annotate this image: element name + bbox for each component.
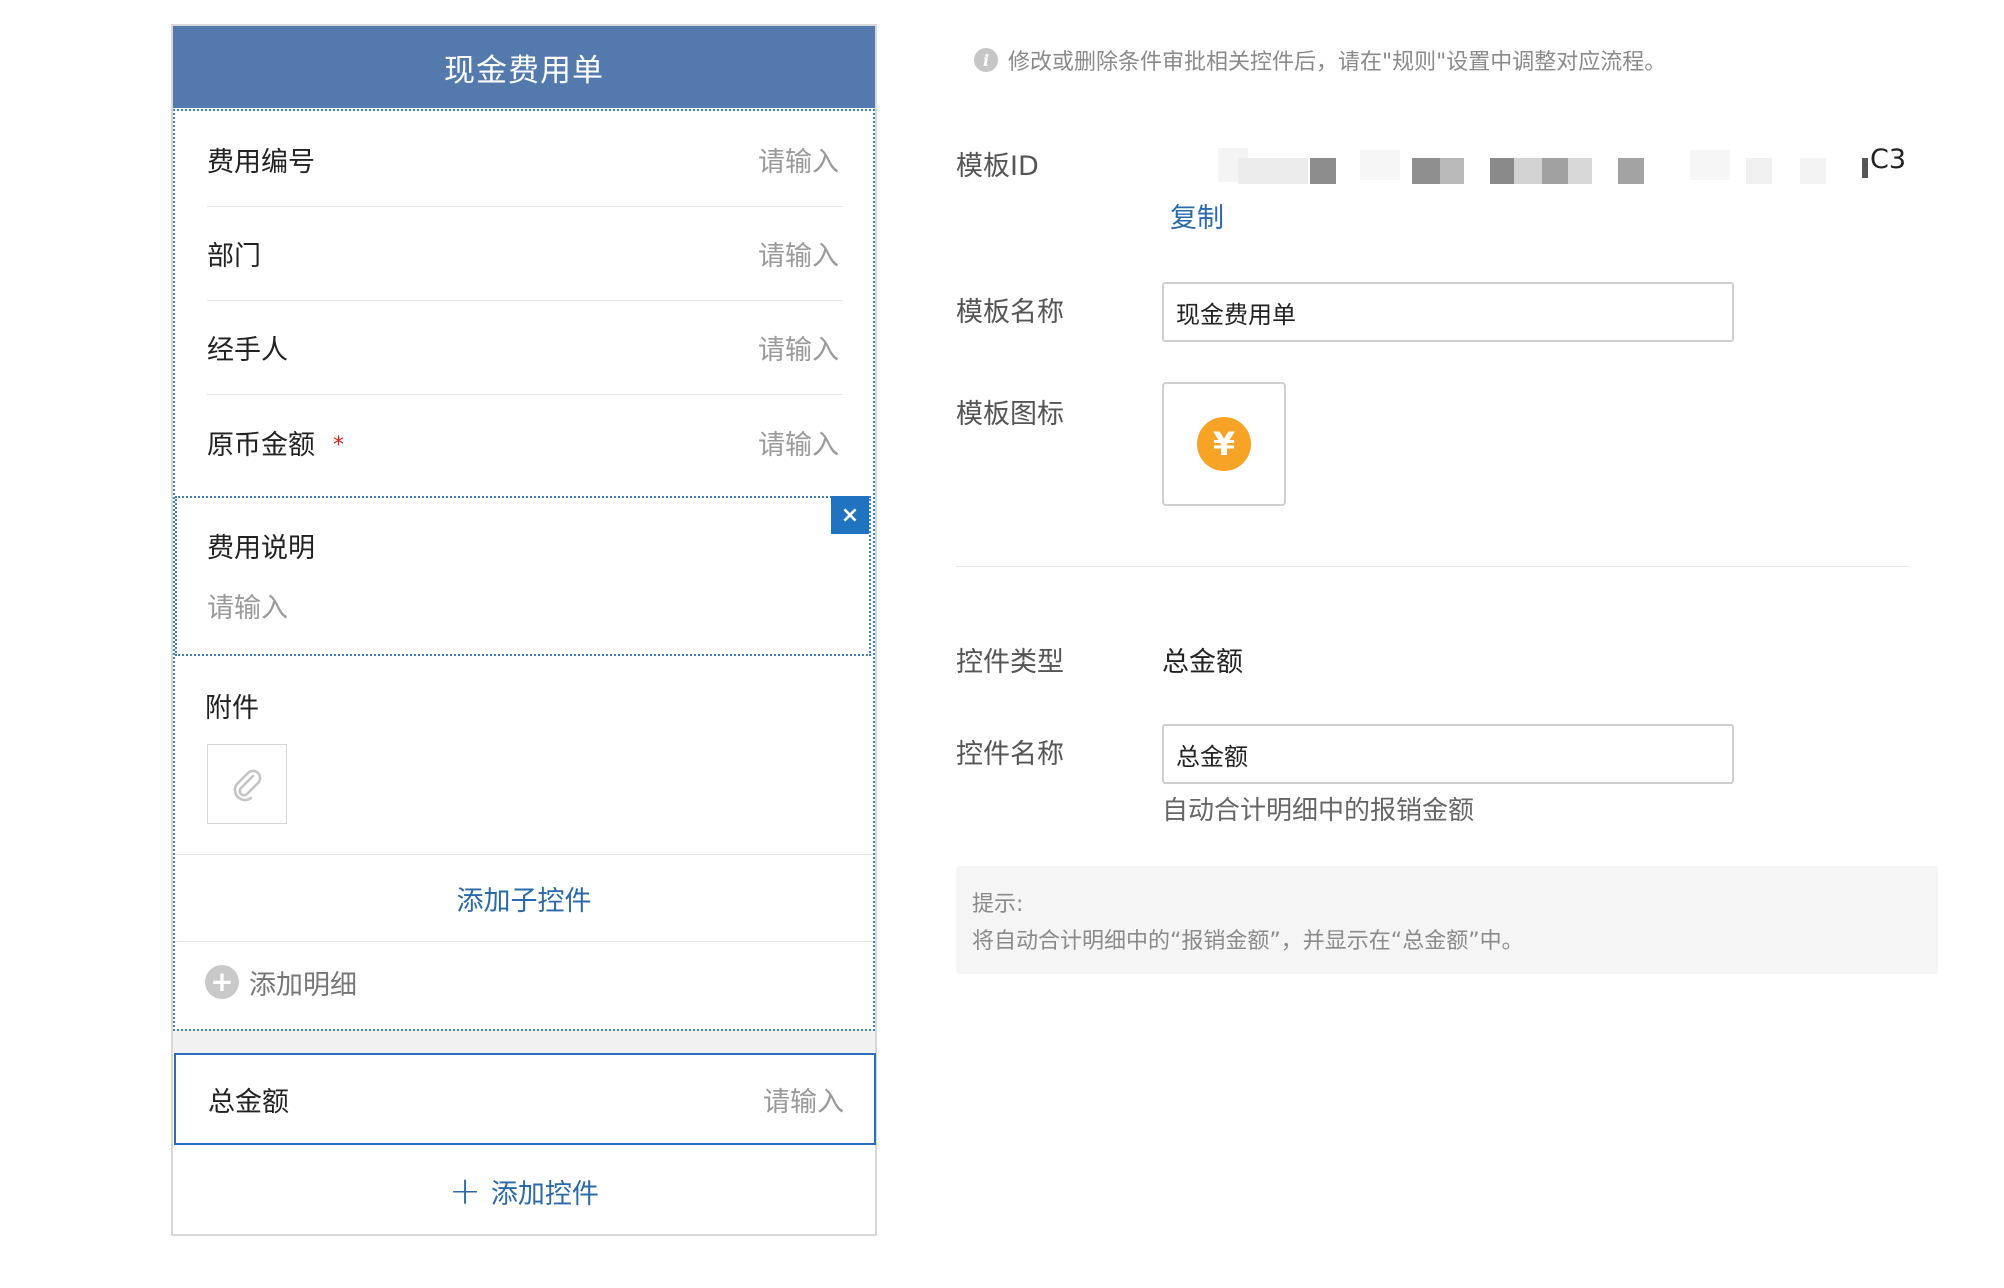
form-title: 现金费用单 [173,26,875,108]
field-placeholder: 请输入 [758,335,839,366]
attachment-upload[interactable] [207,744,287,824]
section-gap [173,1031,875,1053]
info-icon: i [974,48,998,72]
field-row-department[interactable]: 部门 请输入 [207,207,843,301]
template-icon-picker[interactable]: ¥ [1162,382,1286,506]
attachment-label: 附件 [205,693,259,724]
add-sub-control-button[interactable]: 添加子控件 [175,855,873,941]
paperclip-icon [233,769,262,802]
tip-text: 将自动合计明细中的“报销金额”，并显示在“总金额”中。 [972,929,1524,954]
control-type-label: 控件类型 [956,647,1064,678]
field-label-text: 原币金额 [207,429,315,461]
tip-box: 提示: 将自动合计明细中的“报销金额”，并显示在“总金额”中。 [956,866,1938,974]
field-expense-description[interactable]: 费用说明 请输入 × [175,496,871,656]
add-control-label: 添加控件 [490,1178,599,1210]
field-label: 经手人 [207,335,288,366]
template-id-label: 模板ID [956,151,1039,182]
field-placeholder: 请输入 [207,593,288,624]
template-icon-label: 模板图标 [956,399,1064,430]
field-label: 费用说明 [207,533,315,564]
form-preview: 现金费用单 费用编号 请输入 部门 请输入 经手人 请输入 原币金额 * 请输入 … [171,24,877,1236]
notice-bar: i 修改或删除条件审批相关控件后，请在"规则"设置中调整对应流程。 [974,44,1666,76]
field-row-expense-number[interactable]: 费用编号 请输入 [207,113,843,207]
yen-icon: ¥ [1197,417,1251,471]
field-placeholder: 请输入 [758,241,839,272]
remove-field-button[interactable]: × [831,496,869,534]
plus-icon: + [449,1169,481,1213]
field-row-total-amount[interactable]: 总金额 请输入 [174,1053,876,1145]
field-placeholder: 请输入 [758,429,839,461]
notice-text: 修改或删除条件审批相关控件后，请在"规则"设置中调整对应流程。 [1008,50,1667,75]
add-detail-label: 添加明细 [249,969,357,1001]
control-name-input[interactable] [1162,724,1734,784]
template-name-input[interactable] [1162,282,1734,342]
plus-circle-icon: + [205,965,239,999]
copy-id-link[interactable]: 复制 [1170,196,1224,235]
required-mark: * [333,432,344,458]
tip-title: 提示: [972,892,1024,917]
add-control-button[interactable]: + 添加控件 [173,1147,875,1235]
add-detail-button[interactable]: + 添加明细 [205,942,357,1022]
field-row-handler[interactable]: 经手人 请输入 [207,301,843,395]
field-placeholder: 请输入 [763,1086,844,1118]
template-id-suffix: C3 [1870,144,1907,175]
template-name-label: 模板名称 [956,297,1064,328]
field-label: 原币金额 * [207,423,344,462]
control-hint: 自动合计明细中的报销金额 [1162,796,1475,826]
field-row-original-amount[interactable]: 原币金额 * 请输入 [207,395,843,489]
field-label: 部门 [207,241,261,272]
field-label: 费用编号 [207,147,315,178]
field-label: 总金额 [208,1086,289,1118]
section-divider [956,566,1910,567]
control-type-value: 总金额 [1162,647,1243,678]
field-placeholder: 请输入 [758,147,839,178]
control-name-label: 控件名称 [956,739,1064,770]
